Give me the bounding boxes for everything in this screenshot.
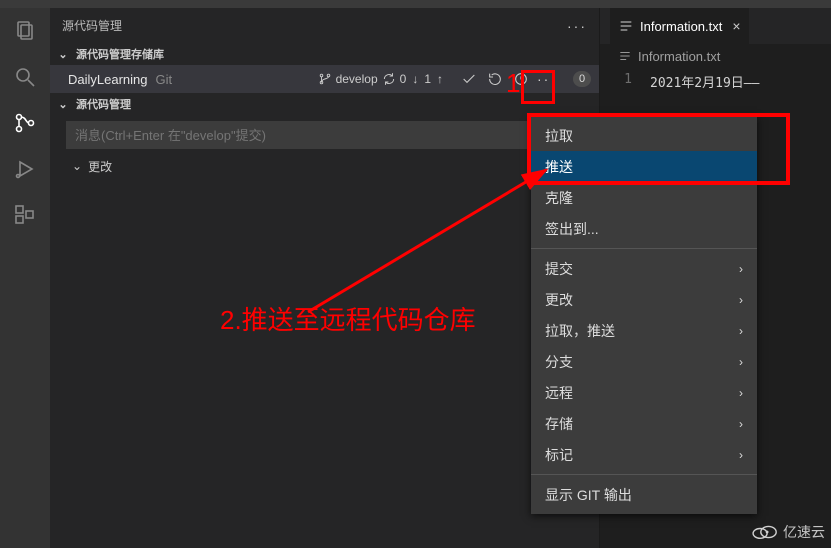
changes-label: 更改 bbox=[88, 158, 112, 175]
chevron-right-icon: › bbox=[739, 262, 743, 276]
panel-title: 源代码管理 bbox=[62, 17, 122, 34]
menu-item[interactable]: 提交 › bbox=[531, 253, 757, 284]
run-debug-icon[interactable] bbox=[12, 156, 38, 182]
chevron-down-icon: ⌄ bbox=[72, 159, 82, 173]
branch-status[interactable]: develop 0↓ 1↑ bbox=[318, 72, 445, 86]
menu-item[interactable]: 拉取 bbox=[531, 120, 757, 151]
tab-label: Information.txt bbox=[640, 19, 722, 34]
sync-up: 1 bbox=[422, 72, 433, 86]
section-repos-label: 源代码管理存储库 bbox=[76, 46, 164, 62]
menu-item[interactable]: 推送 bbox=[531, 151, 757, 182]
chevron-right-icon: › bbox=[739, 293, 743, 307]
watermark-text: 亿速云 bbox=[783, 522, 825, 542]
branch-icon bbox=[318, 72, 332, 86]
changes-row[interactable]: ⌄ 更改 bbox=[50, 155, 599, 177]
menu-item[interactable]: 拉取，推送 › bbox=[531, 315, 757, 346]
chevron-right-icon: › bbox=[739, 386, 743, 400]
menu-item-label: 标记 bbox=[545, 445, 573, 465]
menu-item-label: 远程 bbox=[545, 383, 573, 403]
menu-item-label: 更改 bbox=[545, 290, 573, 310]
menu-item[interactable]: 签出到... bbox=[531, 213, 757, 244]
code-line[interactable]: 1 2021年2月19日—— bbox=[600, 68, 831, 91]
menu-item-label: 显示 GIT 输出 bbox=[545, 485, 632, 505]
section-repos-head[interactable]: ⌄ 源代码管理存储库 bbox=[50, 43, 599, 65]
menu-item[interactable]: 存储 › bbox=[531, 408, 757, 439]
history-icon[interactable] bbox=[513, 71, 529, 87]
menu-item-label: 存储 bbox=[545, 414, 573, 434]
side-panel: 源代码管理 ··· ⌄ 源代码管理存储库 DailyLearning Git d… bbox=[50, 8, 600, 548]
chevron-right-icon: › bbox=[739, 324, 743, 338]
commit-check-icon[interactable] bbox=[461, 71, 477, 87]
menu-item[interactable]: 标记 › bbox=[531, 439, 757, 470]
menu-separator bbox=[531, 474, 757, 475]
section-scm-head[interactable]: ⌄ 源代码管理 bbox=[50, 93, 599, 115]
menu-item-label: 拉取 bbox=[545, 126, 573, 146]
repo-row[interactable]: DailyLearning Git develop 0↓ 1↑ ··· 0 bbox=[50, 65, 599, 93]
chevron-down-icon: ⌄ bbox=[56, 48, 70, 61]
activity-bar bbox=[0, 8, 50, 548]
menu-item-label: 提交 bbox=[545, 259, 573, 279]
close-icon[interactable]: × bbox=[732, 18, 740, 34]
line-number: 1 bbox=[618, 72, 632, 91]
source-control-icon[interactable] bbox=[12, 110, 38, 136]
breadcrumb[interactable]: Information.txt bbox=[600, 44, 831, 68]
chevron-down-icon: ⌄ bbox=[56, 98, 70, 111]
sync-down: 0 bbox=[398, 72, 409, 86]
titlebar-strip bbox=[0, 0, 831, 8]
editor-tabs: Information.txt × bbox=[600, 8, 831, 44]
menu-item-label: 推送 bbox=[545, 157, 573, 177]
menu-item[interactable]: 远程 › bbox=[531, 377, 757, 408]
menu-item[interactable]: 分支 › bbox=[531, 346, 757, 377]
branch-name: develop bbox=[334, 72, 380, 86]
search-icon[interactable] bbox=[12, 64, 38, 90]
menu-separator bbox=[531, 248, 757, 249]
menu-item-label: 签出到... bbox=[545, 219, 599, 239]
context-menu: 拉取推送克隆签出到... 提交 › 更改 › 拉取，推送 › 分支 › 远程 › 存储 › 标记 › 显示 G… bbox=[531, 116, 757, 514]
file-icon bbox=[618, 18, 634, 34]
menu-item-label: 克隆 bbox=[545, 188, 573, 208]
file-icon bbox=[618, 49, 632, 63]
chevron-right-icon: › bbox=[739, 448, 743, 462]
watermark: 亿速云 bbox=[751, 522, 825, 542]
refresh-icon[interactable] bbox=[487, 71, 503, 87]
change-count: 0 bbox=[573, 71, 591, 87]
menu-item[interactable]: 更改 › bbox=[531, 284, 757, 315]
menu-item-label: 拉取，推送 bbox=[545, 321, 615, 341]
panel-title-row: 源代码管理 ··· bbox=[50, 8, 599, 43]
repo-more-icon[interactable]: ··· bbox=[537, 70, 557, 88]
repo-vcs: Git bbox=[156, 72, 173, 87]
explorer-icon[interactable] bbox=[12, 18, 38, 44]
menu-item[interactable]: 显示 GIT 输出 bbox=[531, 479, 757, 510]
panel-more-icon[interactable]: ··· bbox=[567, 18, 587, 34]
menu-item[interactable]: 克隆 bbox=[531, 182, 757, 213]
repo-name: DailyLearning bbox=[68, 72, 148, 87]
tab-information[interactable]: Information.txt × bbox=[610, 8, 749, 44]
arrow-down-icon: ↓ bbox=[410, 72, 420, 86]
chevron-right-icon: › bbox=[739, 355, 743, 369]
arrow-up-icon: ↑ bbox=[435, 72, 445, 86]
section-scm-label: 源代码管理 bbox=[76, 96, 131, 112]
extensions-icon[interactable] bbox=[12, 202, 38, 228]
crumb-label: Information.txt bbox=[638, 49, 720, 64]
sync-icon bbox=[382, 72, 396, 86]
chevron-right-icon: › bbox=[739, 417, 743, 431]
line-text: 2021年2月19日—— bbox=[650, 72, 759, 91]
menu-item-label: 分支 bbox=[545, 352, 573, 372]
